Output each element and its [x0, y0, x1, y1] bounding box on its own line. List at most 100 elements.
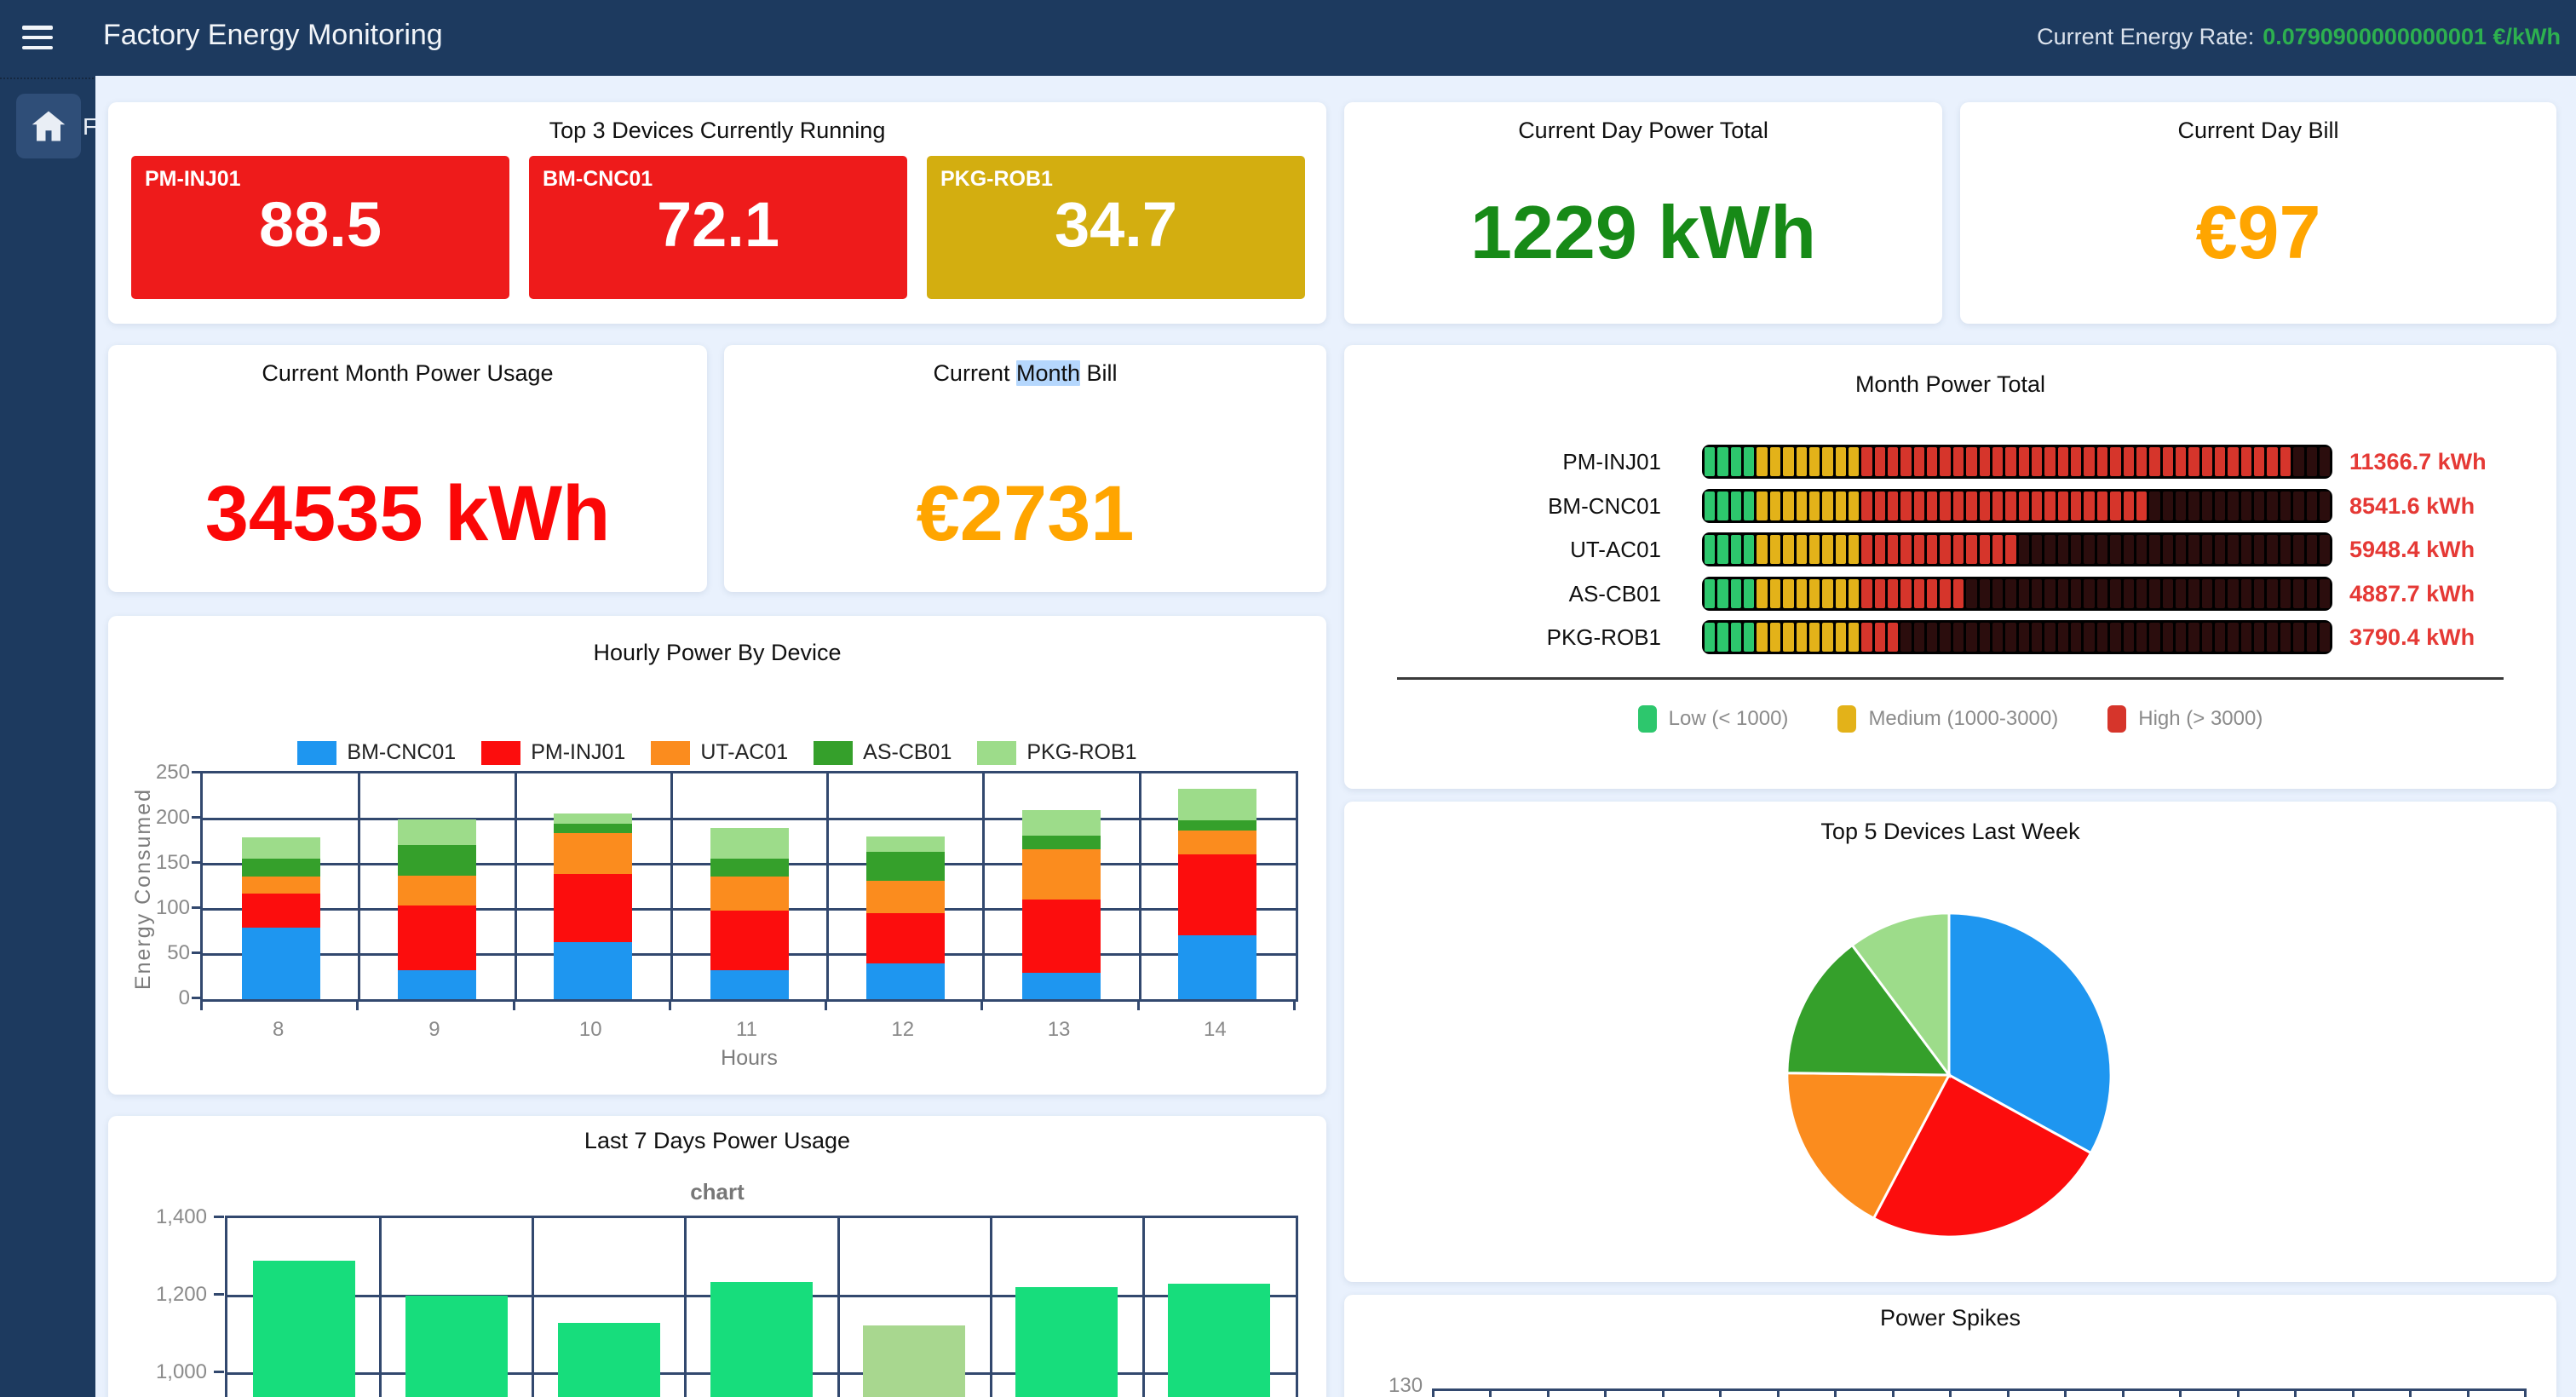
gauge-segment	[1927, 492, 1937, 520]
gauge-segment	[2176, 492, 2186, 520]
gauge-segment	[1940, 579, 1950, 608]
gauge-segment	[2293, 535, 2303, 564]
x-tick	[1662, 1388, 1665, 1397]
gauge-bar	[1702, 489, 2332, 523]
bar-segment	[1022, 810, 1101, 836]
bar-segment	[242, 859, 320, 877]
y-tick-label: 1,400	[132, 1205, 207, 1229]
gauge-segment	[1836, 492, 1846, 520]
gauge-value: 3790.4 kWh	[2349, 620, 2475, 654]
gauge-segment	[1705, 447, 1715, 476]
gauge-segment	[2136, 623, 2147, 652]
gauge-segment	[1797, 535, 1807, 564]
gauge-segment	[2228, 447, 2238, 476]
gauge-segment	[1822, 579, 1832, 608]
home-button[interactable]	[16, 94, 81, 158]
gauge-segment	[1966, 492, 1976, 520]
bar-segment	[866, 913, 945, 963]
gauge-segment	[1966, 535, 1976, 564]
x-axis-label: Hours	[200, 1046, 1298, 1071]
bar-segment	[710, 828, 789, 859]
gauge-segment	[2241, 623, 2251, 652]
gauge-segment	[2228, 492, 2238, 520]
gauge-segment	[1836, 535, 1846, 564]
gauge-segment	[2241, 535, 2251, 564]
gauge-segment	[2267, 447, 2277, 476]
month-power-usage-value: 34535 kWh	[108, 469, 707, 559]
gauge-segment	[2202, 579, 2212, 608]
bar-segment	[398, 970, 476, 999]
gauge-segment	[1757, 623, 1767, 652]
gauge-segment	[1822, 535, 1832, 564]
gauge-segment	[2110, 535, 2120, 564]
gauge-segment	[2293, 623, 2303, 652]
gauge-segment	[1809, 492, 1820, 520]
energy-rate-value: 0.0790900000000001 €/kWh	[2263, 24, 2561, 49]
gauge-segment	[2005, 579, 2015, 608]
bar-segment	[710, 877, 789, 911]
gauge-segment	[1744, 623, 1754, 652]
menu-icon[interactable]	[22, 22, 56, 53]
gauge-segment	[2280, 579, 2291, 608]
legend-item: Low (< 1000)	[1638, 705, 1789, 733]
gauge-segment	[2254, 447, 2264, 476]
gauge-segment	[1900, 623, 1911, 652]
gauge-segment	[2307, 535, 2317, 564]
gauge-segment	[2136, 579, 2147, 608]
gauge-segment	[2058, 492, 2068, 520]
bar-segment	[866, 881, 945, 913]
gauge-segment	[1953, 535, 1964, 564]
x-tick	[1777, 1388, 1780, 1397]
gauge-segment	[1757, 447, 1767, 476]
legend-swatch	[2107, 705, 2126, 733]
gauge-segment	[1783, 623, 1793, 652]
gauge-segment	[2163, 623, 2173, 652]
gauge-segment	[2149, 492, 2159, 520]
gauge-value: 5948.4 kWh	[2349, 532, 2475, 566]
spikes-axis-line	[1432, 1388, 2524, 1391]
chart-title: Top 5 Devices Last Week	[1344, 819, 2556, 845]
gridline-v	[826, 773, 829, 999]
card-day-power-total: Current Day Power Total 1229 kWh	[1344, 102, 1942, 324]
gauge-segment	[1731, 447, 1741, 476]
card-top5-last-week: Top 5 Devices Last Week	[1344, 802, 2556, 1282]
gauge-value: 4887.7 kWh	[2349, 577, 2475, 611]
gauge-segment	[1849, 447, 1859, 476]
legend-swatch	[481, 741, 520, 765]
gauge-segment	[1757, 492, 1767, 520]
gauge-segment	[1744, 492, 1754, 520]
legend-item: PM-INJ01	[481, 740, 625, 765]
gauge-segment	[1980, 492, 1990, 520]
gauge-segment	[1705, 579, 1715, 608]
bar-segment	[242, 837, 320, 858]
gauge-segment	[2188, 447, 2199, 476]
legend-swatch	[814, 741, 853, 765]
gauge-segment	[2044, 535, 2055, 564]
gauge-segment	[1717, 623, 1728, 652]
card-title: Current Day Bill	[1960, 118, 2556, 144]
chart-legend: BM-CNC01PM-INJ01UT-AC01AS-CB01PKG-ROB1	[108, 740, 1326, 765]
bar-segment	[554, 833, 632, 874]
gauge-segment	[1940, 623, 1950, 652]
card-title: Current Month Bill	[724, 360, 1326, 387]
gauge-segment	[1914, 623, 1924, 652]
legend-label: Low (< 1000)	[1669, 707, 1789, 731]
x-tick	[1293, 1002, 1296, 1010]
gauge-segment	[2005, 447, 2015, 476]
x-tick	[2064, 1388, 2067, 1397]
gauge-segment	[1940, 492, 1950, 520]
bar	[558, 1323, 660, 1397]
bar-segment	[554, 874, 632, 943]
gauge-segment	[1731, 579, 1741, 608]
gauge-segment	[2280, 492, 2291, 520]
y-tick	[214, 1293, 224, 1296]
gauge-segment	[2084, 623, 2094, 652]
gauge-segment	[2202, 447, 2212, 476]
gauge-segment	[1744, 535, 1754, 564]
energy-rate: Current Energy Rate:0.0790900000000001 €…	[2037, 24, 2561, 50]
gauge-segment	[2084, 535, 2094, 564]
gauge-segment	[2254, 623, 2264, 652]
gauge-segment	[1797, 447, 1807, 476]
stacked-bar	[398, 819, 476, 999]
gauge-segment	[2307, 579, 2317, 608]
